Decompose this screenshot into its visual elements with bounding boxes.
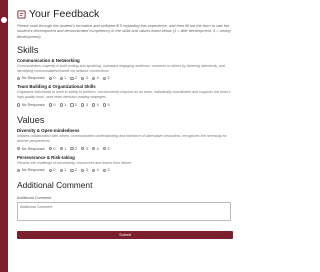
rating-option-1[interactable]: 1 [59,168,66,173]
radio-button[interactable] [17,103,21,107]
radio-button[interactable] [102,76,106,81]
rating-option-3[interactable]: 3 [81,168,88,172]
rating-option-no-response[interactable]: No Response [17,147,45,151]
form-intro: Please read through the student's format… [17,23,231,39]
feedback-icon [17,9,26,19]
rating-option-3[interactable]: 3 [81,147,88,151]
rating-option-2[interactable]: 2 [70,168,77,172]
logo-icon [1,17,7,23]
radio-button[interactable] [70,168,74,173]
rating-option-5[interactable]: 5 [102,147,110,151]
rating-group: No Response 0 1 2 3 4 5 [17,145,233,153]
rating-option-0[interactable]: 0 [48,147,56,151]
radio-button[interactable] [81,168,85,173]
comment-textarea[interactable] [17,202,231,222]
submit-button[interactable]: Submit [17,231,233,240]
section-heading-comment: Additional Comment [17,180,93,191]
sidebar [0,0,8,272]
radio-button[interactable] [81,103,85,107]
rating-option-4[interactable]: 4 [91,168,99,173]
feedback-form: Your Feedback Please read through the st… [17,6,233,240]
radio-button[interactable] [17,147,21,151]
radio-button[interactable] [59,76,63,81]
radio-button[interactable] [81,76,85,81]
rating-option-5[interactable]: 5 [102,103,110,107]
rating-option-1[interactable]: 1 [59,76,66,81]
rating-option-5[interactable]: 5 [102,76,110,81]
rating-option-5[interactable]: 5 [102,168,110,173]
rating-option-no-response[interactable]: No Response [17,76,45,80]
rating-option-no-response[interactable]: No Response [17,103,45,107]
radio-button[interactable] [70,76,74,81]
question-description: Persists the challenge of uncertainty, r… [17,160,131,165]
rating-option-2[interactable]: 2 [70,76,77,80]
rating-option-3[interactable]: 3 [81,76,88,80]
radio-button[interactable] [102,147,106,151]
radio-button[interactable] [48,76,52,81]
radio-button[interactable] [70,103,74,107]
rating-option-4[interactable]: 4 [91,147,99,151]
page-title: Your Feedback [29,8,100,20]
question-communication: Communication & Networking Communicates … [17,58,233,83]
rating-option-2[interactable]: 2 [70,103,77,107]
rating-option-0[interactable]: 0 [48,76,56,81]
radio-button[interactable] [91,76,96,81]
rating-option-4[interactable]: 4 [91,76,99,81]
rating-option-no-response[interactable]: No Response [17,168,45,172]
radio-button[interactable] [59,168,63,173]
rating-option-1[interactable]: 1 [59,147,66,151]
radio-button[interactable] [48,147,52,151]
section-heading-values: Values [17,115,45,126]
radio-button[interactable] [59,103,63,107]
rating-group: No Response 0 1 2 3 4 5 [17,166,233,174]
comment-label: Additional Comment [17,196,52,201]
title-row: Your Feedback [17,6,233,22]
radio-button[interactable] [91,103,96,107]
rating-group: No Response 0 1 2 3 4 5 [17,101,233,109]
radio-button[interactable] [102,168,106,173]
radio-button[interactable] [70,147,74,151]
rating-option-2[interactable]: 2 [70,147,77,151]
question-perseverance: Perseverance & Risk-taking Persists the … [17,155,233,175]
rating-option-4[interactable]: 4 [91,103,99,107]
radio-button[interactable] [81,147,85,151]
question-diversity: Diversity & Open-mindedness Initiates co… [17,128,233,153]
question-description: Initiates collaboration with others, com… [17,134,227,143]
radio-button[interactable] [59,147,63,151]
radio-button[interactable] [17,76,21,81]
rating-group: No Response 0 1 2 3 4 5 [17,74,233,82]
radio-button[interactable] [17,168,21,173]
radio-button[interactable] [48,103,52,107]
rating-option-0[interactable]: 0 [48,168,56,173]
question-description: Organizes individuals to work in safety … [17,90,231,100]
section-heading-skills: Skills [17,44,39,55]
radio-button[interactable] [48,168,52,173]
radio-button[interactable] [102,103,106,107]
question-team-building: Team Building & Organizational Skills Or… [17,84,233,109]
rating-option-1[interactable]: 1 [59,103,66,107]
radio-button[interactable] [91,147,96,151]
rating-option-3[interactable]: 3 [81,103,88,107]
radio-button[interactable] [91,168,96,173]
question-description: Communicates cogently in both writing an… [17,63,225,73]
rating-option-0[interactable]: 0 [48,103,56,107]
